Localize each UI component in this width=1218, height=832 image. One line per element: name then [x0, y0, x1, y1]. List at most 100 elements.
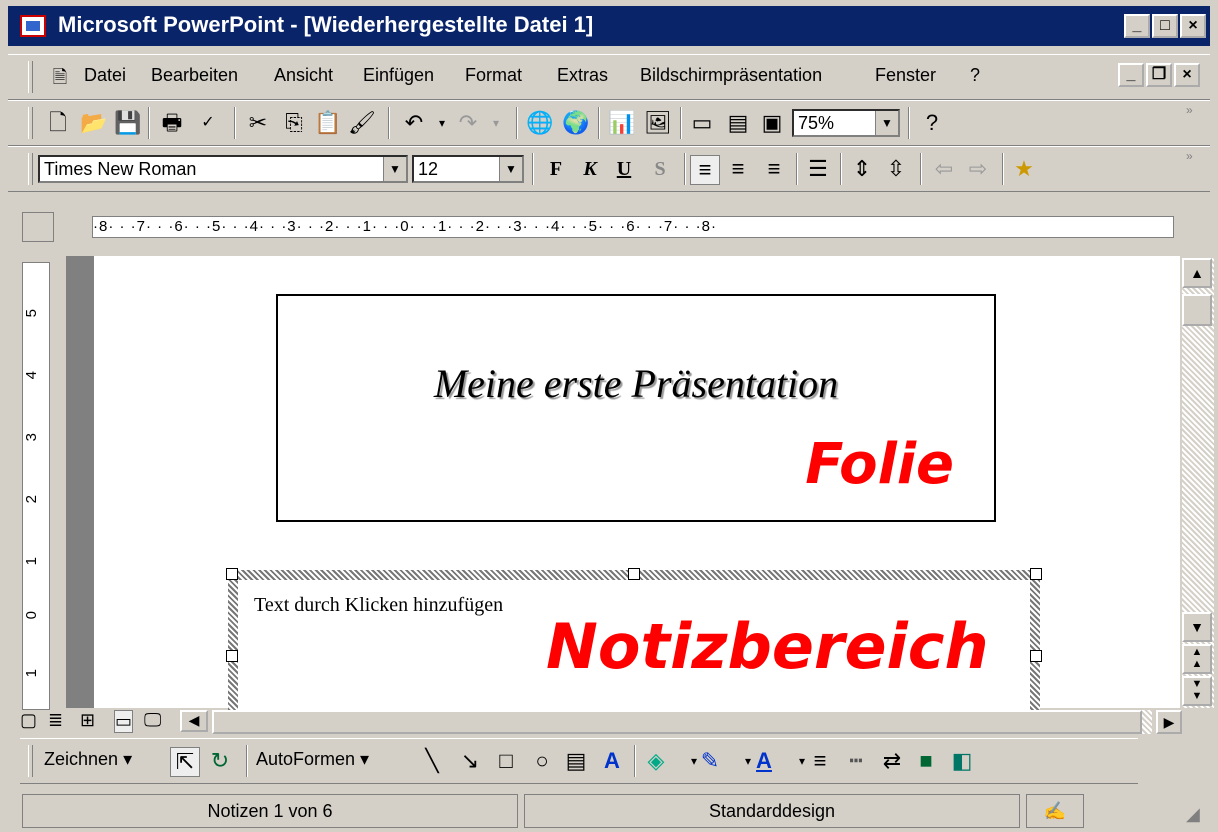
new-slide-icon[interactable]: ▭: [688, 109, 716, 137]
arrow-style-icon[interactable]: ⇄: [878, 747, 906, 775]
bold-button[interactable]: F: [542, 155, 570, 183]
previous-slide-icon[interactable]: ▲ ▲: [1182, 644, 1212, 674]
menu-format[interactable]: Format: [465, 65, 522, 86]
copy-icon[interactable]: ⎘: [280, 109, 308, 137]
new-document-icon[interactable]: 🗋: [44, 109, 72, 137]
apply-design-icon[interactable]: ▣: [758, 109, 786, 137]
resize-handle[interactable]: [628, 568, 640, 580]
redo-icon[interactable]: ↷: [454, 109, 482, 137]
zeichnen-menu[interactable]: Zeichnen ▾: [44, 749, 132, 770]
menu-datei[interactable]: Datei: [84, 65, 126, 86]
toolbar-grip[interactable]: [28, 745, 33, 777]
zoom-select[interactable]: 75% ▼: [792, 109, 900, 137]
scroll-right-icon[interactable]: ▶: [1156, 710, 1182, 734]
arrow-icon[interactable]: ↘: [456, 747, 484, 775]
chevron-down-icon[interactable]: ▼: [499, 157, 522, 181]
dash-style-icon[interactable]: ┅: [842, 747, 870, 775]
cut-icon[interactable]: ✂: [244, 109, 272, 137]
doc-close-button[interactable]: ×: [1174, 63, 1200, 87]
next-slide-icon[interactable]: ▼ ▼: [1182, 676, 1212, 706]
horizontal-scrollbar[interactable]: [212, 710, 1152, 734]
slide-layout-icon[interactable]: ▤: [724, 109, 752, 137]
web-toolbar-icon[interactable]: 🌍: [562, 109, 590, 137]
slide-sorter-view-icon[interactable]: ⊞: [80, 710, 95, 731]
chevron-down-icon[interactable]: ▼: [383, 157, 406, 181]
save-icon[interactable]: 💾: [114, 109, 142, 137]
minimize-button[interactable]: _: [1124, 14, 1150, 38]
textbox-icon[interactable]: ▤: [562, 747, 590, 775]
chevron-down-icon[interactable]: ▼: [875, 111, 898, 135]
scroll-left-icon[interactable]: ◀: [180, 710, 208, 732]
oval-icon[interactable]: ○: [528, 747, 556, 775]
demote-icon[interactable]: ⇨: [964, 155, 992, 183]
decrease-spacing-icon[interactable]: ⇳: [882, 155, 910, 183]
scroll-thumb[interactable]: [1182, 294, 1212, 326]
resize-handle[interactable]: [226, 568, 238, 580]
undo-icon[interactable]: ↶: [400, 109, 428, 137]
menu-fenster[interactable]: Fenster: [875, 65, 936, 86]
close-button[interactable]: ×: [1180, 14, 1206, 38]
toolbar-overflow-icon[interactable]: »: [1186, 103, 1193, 117]
scroll-up-icon[interactable]: ▲: [1182, 258, 1212, 288]
paste-icon[interactable]: 📋: [314, 109, 342, 137]
normal-view-icon[interactable]: ▢: [20, 710, 37, 731]
spelling-status-icon[interactable]: ✍: [1026, 794, 1084, 828]
3d-icon[interactable]: ◧: [948, 747, 976, 775]
menu-bearbeiten[interactable]: Bearbeiten: [151, 65, 238, 86]
maximize-button[interactable]: □: [1152, 14, 1178, 38]
align-right-icon[interactable]: ≡: [760, 155, 788, 183]
font-size-select[interactable]: 12 ▼: [412, 155, 524, 183]
shadow-button[interactable]: S: [646, 155, 674, 183]
bullets-icon[interactable]: ☰: [804, 155, 832, 183]
resize-handle[interactable]: [1030, 650, 1042, 662]
insert-clipart-icon[interactable]: 🖼: [644, 109, 672, 137]
spellcheck-icon[interactable]: ✓: [194, 109, 222, 137]
toolbar-grip[interactable]: [28, 153, 33, 185]
powerpoint-app-icon[interactable]: [20, 15, 46, 37]
free-rotate-icon[interactable]: ↻: [206, 747, 234, 775]
format-painter-icon[interactable]: 🖌: [348, 109, 376, 137]
wordart-icon[interactable]: A: [598, 747, 626, 775]
promote-icon[interactable]: ⇦: [930, 155, 958, 183]
hyperlink-icon[interactable]: 🌐: [526, 109, 554, 137]
toolbar-grip[interactable]: [28, 107, 33, 139]
slide-show-icon[interactable]: 🖵: [144, 710, 161, 731]
underline-button[interactable]: U: [610, 155, 638, 183]
menu-help[interactable]: ?: [970, 65, 980, 86]
menu-ansicht[interactable]: Ansicht: [274, 65, 333, 86]
animation-effects-icon[interactable]: ★: [1010, 155, 1038, 183]
select-objects-icon[interactable]: ⇱: [170, 747, 200, 777]
toolbar-overflow-icon[interactable]: »: [1186, 149, 1193, 163]
resize-handle[interactable]: [1030, 568, 1042, 580]
undo-dropdown-icon[interactable]: ▾: [428, 109, 456, 137]
redo-dropdown-icon[interactable]: ▾: [482, 109, 510, 137]
menu-extras[interactable]: Extras: [557, 65, 608, 86]
scroll-thumb[interactable]: [212, 710, 1142, 734]
document-icon[interactable]: 🗎: [46, 63, 74, 91]
doc-restore-button[interactable]: ❐: [1146, 63, 1172, 87]
menu-bildschirmpraesentation[interactable]: Bildschirmpräsentation: [640, 65, 822, 86]
notes-view-icon[interactable]: ▭: [114, 710, 134, 733]
outline-view-icon[interactable]: ≣: [48, 710, 63, 731]
line-color-icon[interactable]: ✎: [696, 747, 724, 775]
horizontal-ruler[interactable]: ·8· · ·7· · ·6· · ·5· · ·4· · ·3· · ·2· …: [92, 216, 1174, 238]
line-icon[interactable]: ╲: [418, 747, 446, 775]
font-select[interactable]: Times New Roman ▼: [38, 155, 408, 183]
fill-color-icon[interactable]: ◈: [642, 747, 670, 775]
vertical-scrollbar[interactable]: ▲ ▼ ▲ ▲ ▼ ▼: [1182, 258, 1214, 708]
line-style-icon[interactable]: ≡: [806, 747, 834, 775]
resize-grip-icon[interactable]: ◢: [1186, 804, 1200, 825]
shadow-icon[interactable]: ■: [912, 747, 940, 775]
notes-placeholder[interactable]: Text durch Klicken hinzufügen Notizberei…: [226, 568, 1042, 710]
autoformen-menu[interactable]: AutoFormen ▾: [256, 749, 369, 770]
font-color-icon[interactable]: A: [750, 747, 778, 775]
align-center-icon[interactable]: ≡: [724, 155, 752, 183]
rectangle-icon[interactable]: □: [492, 747, 520, 775]
align-left-icon[interactable]: ≡: [690, 155, 720, 185]
resize-handle[interactable]: [226, 650, 238, 662]
menu-einfuegen[interactable]: Einfügen: [363, 65, 434, 86]
open-folder-icon[interactable]: 📂: [80, 109, 108, 137]
doc-minimize-button[interactable]: _: [1118, 63, 1144, 87]
italic-button[interactable]: K: [576, 155, 604, 183]
vertical-ruler[interactable]: 5 4 3 2 1 0 1: [22, 262, 50, 710]
